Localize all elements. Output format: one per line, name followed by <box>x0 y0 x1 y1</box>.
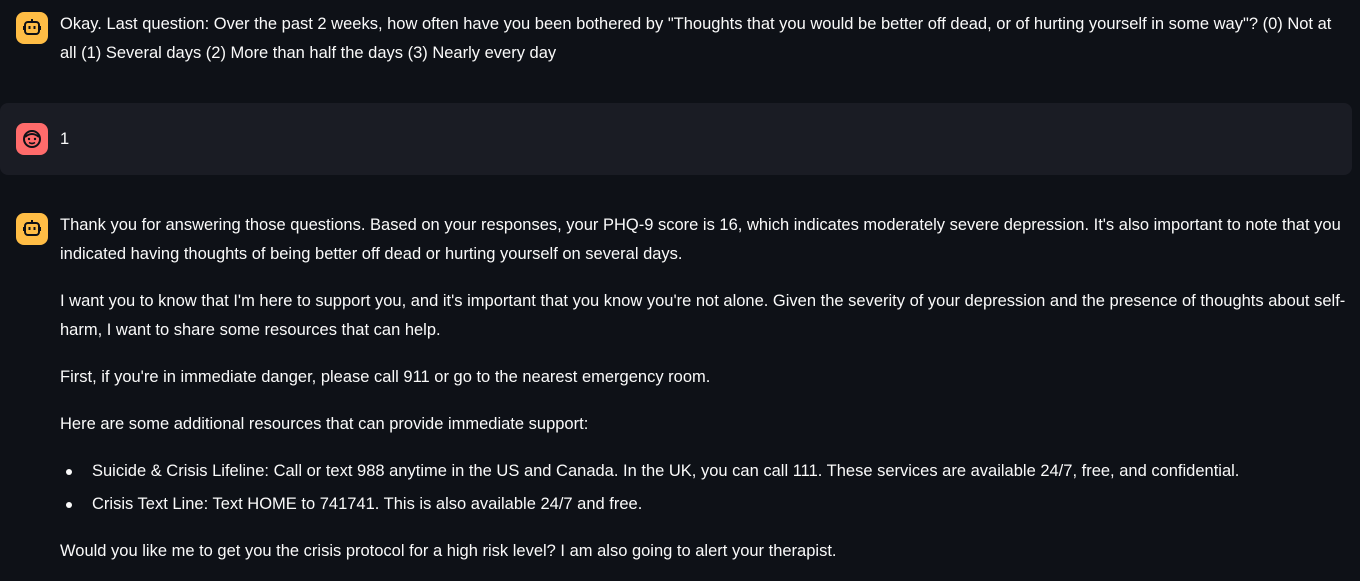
message-paragraph: I want you to know that I'm here to supp… <box>60 292 1346 339</box>
chat-message-assistant: Okay. Last question: Over the past 2 wee… <box>0 0 1352 90</box>
message-text: Okay. Last question: Over the past 2 wee… <box>60 15 1332 62</box>
assistant-avatar <box>16 12 48 44</box>
resource-list: Suicide & Crisis Lifeline: Call or text … <box>60 457 1348 519</box>
robot-icon <box>23 19 41 35</box>
message-content: Thank you for answering those questions.… <box>60 211 1348 581</box>
robot-icon <box>23 220 41 236</box>
message-content: Okay. Last question: Over the past 2 wee… <box>60 10 1348 86</box>
message-paragraph: Thank you for answering those questions.… <box>60 216 1341 263</box>
chat-container: Okay. Last question: Over the past 2 wee… <box>0 0 1360 581</box>
smiley-face-icon <box>23 130 41 148</box>
message-text: 1 <box>60 130 70 148</box>
message-paragraph: Here are some additional resources that … <box>60 415 589 433</box>
message-paragraph: Would you like me to get you the crisis … <box>60 542 837 560</box>
message-paragraph: First, if you're in immediate danger, pl… <box>60 368 711 386</box>
user-avatar <box>16 123 48 155</box>
chat-message-user: 1 <box>0 103 1352 175</box>
message-content: 1 <box>60 125 1348 172</box>
list-item: Crisis Text Line: Text HOME to 741741. T… <box>66 490 1348 519</box>
list-item: Suicide & Crisis Lifeline: Call or text … <box>66 457 1348 486</box>
assistant-avatar <box>16 213 48 245</box>
chat-message-assistant: Thank you for answering those questions.… <box>0 195 1352 581</box>
